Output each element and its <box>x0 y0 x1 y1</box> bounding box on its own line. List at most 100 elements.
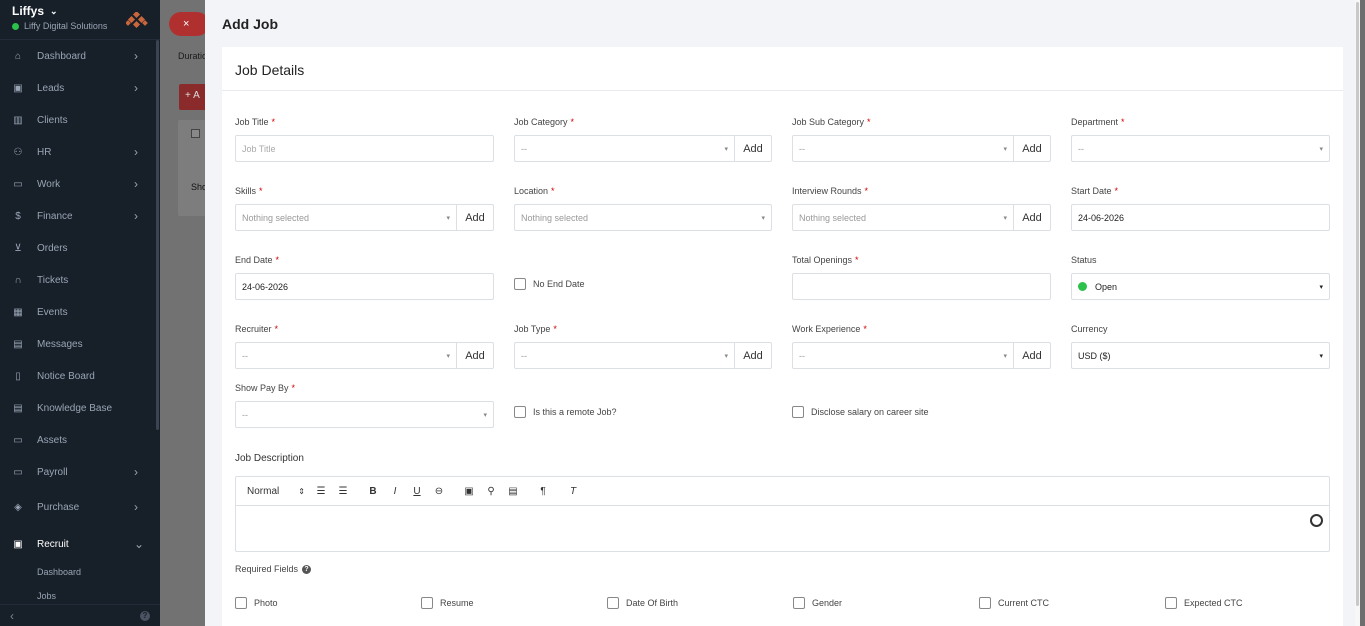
company-name: Liffys <box>12 4 45 18</box>
image-icon[interactable]: ▣ <box>463 484 475 498</box>
job-sub-category-select[interactable]: -- ▾ <box>792 135 1014 162</box>
status-select[interactable]: Open ▾ <box>1071 273 1330 300</box>
required-field-date-of-birth[interactable]: Date Of Birth <box>607 597 678 609</box>
disclose-salary-checkbox[interactable]: Disclose salary on career site <box>792 406 929 418</box>
paragraph-direction-icon[interactable]: ¶ <box>537 484 549 498</box>
required-field-photo[interactable]: Photo <box>235 597 278 609</box>
caret-down-icon: ▾ <box>483 412 487 419</box>
chevron-down-icon: ⌄ <box>50 5 58 16</box>
collapse-sidebar-icon[interactable]: ‹ <box>10 609 14 623</box>
end-date-input[interactable]: 24-06-2026 <box>235 273 494 300</box>
checkbox-box[interactable] <box>793 597 805 609</box>
interview-rounds-select[interactable]: Nothing selected ▾ <box>792 204 1014 231</box>
required-field-expected-ctc[interactable]: Expected CTC <box>1165 597 1243 609</box>
sidebar-scrollbar[interactable] <box>156 40 159 430</box>
add-job-category-button[interactable]: Add <box>735 135 772 162</box>
job-category-select[interactable]: -- ▾ <box>514 135 735 162</box>
sidebar-item-recruit[interactable]: ▣ Recruit ⌄ <box>0 528 160 560</box>
show-pay-by-select[interactable]: -- ▾ <box>235 401 494 428</box>
help-icon[interactable]: ? <box>302 564 312 574</box>
skills-select[interactable]: Nothing selected ▾ <box>235 204 457 231</box>
sidebar-item-messages[interactable]: ▤ Messages <box>0 328 160 360</box>
sidebar-item-finance[interactable]: $ Finance › <box>0 200 160 232</box>
checkbox-box[interactable] <box>514 278 526 290</box>
total-openings-input[interactable] <box>792 273 1051 300</box>
checkbox-box[interactable] <box>514 406 526 418</box>
status-label: Status <box>1071 255 1097 265</box>
close-panel-button[interactable]: × <box>169 12 205 36</box>
sidebar-item-dashboard[interactable]: ⌂ Dashboard › <box>0 40 160 72</box>
sidebar-item-purchase[interactable]: ◈ Purchase › <box>0 491 160 523</box>
add-job-type-button[interactable]: Add <box>735 342 772 369</box>
link-icon[interactable]: ⚲ <box>485 484 497 498</box>
skills-value: Nothing selected <box>242 212 310 223</box>
sidebar-item-notice-board[interactable]: ▯ Notice Board <box>0 360 160 392</box>
bullet-list-icon[interactable]: ☰ <box>337 484 349 498</box>
company-switcher[interactable]: Liffys ⌄ Liffy Digital Solutions <box>0 0 160 40</box>
sidebar-item-label: Payroll <box>37 466 68 478</box>
caret-down-icon: ▾ <box>1003 146 1007 153</box>
required-field-gender[interactable]: Gender <box>793 597 842 609</box>
sidebar-item-events[interactable]: ▦ Events <box>0 296 160 328</box>
strike-icon[interactable]: ⊖ <box>433 484 445 498</box>
job-sub-category-label: Job Sub Category <box>792 117 865 127</box>
bold-icon[interactable]: B <box>367 484 379 498</box>
sidebar-item-hr[interactable]: ⚇ HR › <box>0 136 160 168</box>
checkbox-box[interactable] <box>979 597 991 609</box>
sidebar-item-orders[interactable]: ⊻ Orders <box>0 232 160 264</box>
caret-down-icon: ▾ <box>1319 284 1323 291</box>
sidebar-item-knowledge-base[interactable]: ▤ Knowledge Base <box>0 392 160 424</box>
remote-job-checkbox[interactable]: Is this a remote Job? <box>514 406 617 418</box>
add-work-experience-button[interactable]: Add <box>1014 342 1051 369</box>
emoji-icon[interactable] <box>1310 514 1323 527</box>
work-experience-select[interactable]: -- ▾ <box>792 342 1014 369</box>
job-title-input[interactable]: Job Title <box>235 135 494 162</box>
total-openings-field: Total Openings * <box>792 255 1051 300</box>
currency-select[interactable]: USD ($) ▾ <box>1071 342 1330 369</box>
checkbox-box[interactable] <box>607 597 619 609</box>
italic-icon[interactable]: I <box>389 484 401 498</box>
checkbox-box[interactable] <box>235 597 247 609</box>
sidebar-item-clients[interactable]: ▥ Clients <box>0 104 160 136</box>
sidebar-item-payroll[interactable]: ▭ Payroll › <box>0 456 160 488</box>
video-icon[interactable]: ▤ <box>507 484 519 498</box>
interview-rounds-field: Interview Rounds * Nothing selected ▾ Add <box>792 186 1051 231</box>
department-label: Department <box>1071 117 1119 127</box>
panel-scrollbar-thumb[interactable] <box>1356 2 1359 606</box>
sidebar-item-assets[interactable]: ▭ Assets <box>0 424 160 456</box>
department-select[interactable]: -- ▾ <box>1071 135 1330 162</box>
checkbox-box[interactable] <box>792 406 804 418</box>
required-field-current-ctc[interactable]: Current CTC <box>979 597 1049 609</box>
chevron-right-icon: › <box>134 145 138 159</box>
job-description-editor[interactable]: Normal ⇕ ☰ ☰ B I U ⊖ ▣ ⚲ ▤ ¶ T <box>235 476 1330 552</box>
sidebar-item-tickets[interactable]: ∩ Tickets <box>0 264 160 296</box>
add-interview-round-button[interactable]: Add <box>1014 204 1051 231</box>
location-select[interactable]: Nothing selected ▾ <box>514 204 772 231</box>
job-type-select[interactable]: -- ▾ <box>514 342 735 369</box>
job-description-label: Job Description <box>235 453 304 464</box>
checkbox-box[interactable] <box>1165 597 1177 609</box>
help-icon[interactable]: ? <box>140 610 150 621</box>
add-skill-button[interactable]: Add <box>457 204 494 231</box>
add-job-sub-category-button[interactable]: Add <box>1014 135 1051 162</box>
updown-icon: ⇕ <box>298 486 305 496</box>
company-subtitle: Liffy Digital Solutions <box>24 21 108 31</box>
recruiter-field: Recruiter * -- ▾ Add <box>235 324 494 369</box>
headset-icon: ∩ <box>14 274 22 286</box>
sidebar-item-leads[interactable]: ▣ Leads › <box>0 72 160 104</box>
start-date-input[interactable]: 24-06-2026 <box>1071 204 1330 231</box>
recruiter-select[interactable]: -- ▾ <box>235 342 457 369</box>
sidebar-item-label: Purchase <box>37 501 80 513</box>
sidebar-item-work[interactable]: ▭ Work › <box>0 168 160 200</box>
badge-icon: ▣ <box>13 538 23 550</box>
format-select[interactable]: Normal ⇕ <box>247 484 305 498</box>
clear-format-icon[interactable]: T <box>567 484 579 498</box>
underline-icon[interactable]: U <box>411 484 423 498</box>
no-end-date-checkbox[interactable]: No End Date <box>514 278 585 290</box>
panel-scrollbar[interactable] <box>1355 0 1360 626</box>
sidebar-subitem-dashboard[interactable]: Dashboard <box>0 560 160 584</box>
required-field-resume[interactable]: Resume <box>421 597 474 609</box>
ordered-list-icon[interactable]: ☰ <box>315 484 327 498</box>
checkbox-box[interactable] <box>421 597 433 609</box>
add-recruiter-button[interactable]: Add <box>457 342 494 369</box>
